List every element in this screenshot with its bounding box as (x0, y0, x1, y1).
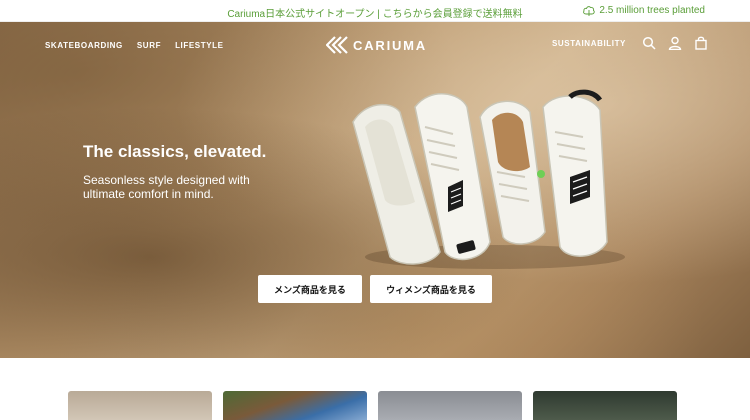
shop-mens-button[interactable]: メンズ商品を見る (258, 275, 362, 303)
category-thumbnails (68, 391, 677, 420)
category-thumb-3[interactable] (378, 391, 522, 420)
trees-planted-label: 2.5 million trees planted (599, 5, 705, 16)
nav-utilities: SUSTAINABILITY (552, 36, 708, 50)
nav-item-skateboarding[interactable]: SKATEBOARDING (45, 41, 123, 50)
hero-copy: The classics, elevated. Seasonless style… (83, 142, 266, 201)
chevron-logo-icon (326, 36, 348, 54)
nav-item-surf[interactable]: SURF (137, 41, 161, 50)
shop-womens-button[interactable]: ウィメンズ商品を見る (370, 275, 492, 303)
site-logo[interactable]: CARIUMA (326, 36, 427, 54)
account-icon[interactable] (668, 36, 682, 50)
bag-icon[interactable] (694, 36, 708, 50)
hero-headline: The classics, elevated. (83, 142, 267, 161)
logo-text: CARIUMA (353, 37, 427, 53)
hero-banner: SKATEBOARDING SURF LIFESTYLE CARIUMA SUS… (0, 22, 750, 358)
search-icon[interactable] (642, 36, 656, 50)
nav-item-lifestyle[interactable]: LIFESTYLE (175, 41, 224, 50)
sneakers-product-image (352, 89, 625, 269)
hero-subtext: Seasonless style designed with ultimate … (83, 173, 250, 201)
main-nav: SKATEBOARDING SURF LIFESTYLE CARIUMA SUS… (0, 22, 750, 70)
hero-cta-group: メンズ商品を見る ウィメンズ商品を見る (258, 275, 492, 303)
nav-categories: SKATEBOARDING SURF LIFESTYLE (45, 41, 224, 50)
announcement-bar: Cariuma日本公式サイトオープン | こちらから会員登録で送料無料 2.5 … (0, 0, 750, 22)
category-thumb-2[interactable] (223, 391, 367, 420)
trees-planted[interactable]: 2.5 million trees planted (583, 5, 705, 16)
nav-item-sustainability[interactable]: SUSTAINABILITY (552, 39, 626, 48)
tree-icon (583, 6, 596, 16)
category-thumb-1[interactable] (68, 391, 212, 420)
category-thumb-4[interactable] (533, 391, 677, 420)
